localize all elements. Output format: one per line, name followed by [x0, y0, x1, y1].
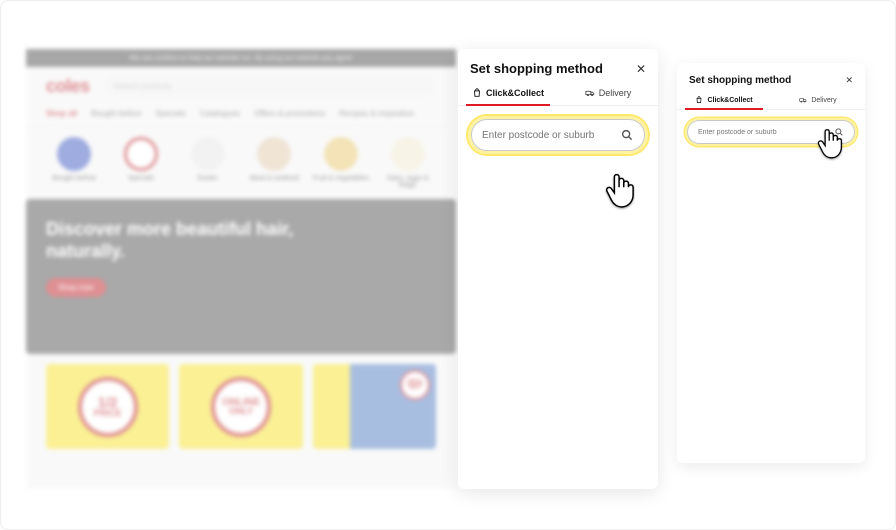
nav-offers: Offers & promotions — [254, 109, 325, 118]
postcode-search-box[interactable] — [471, 119, 645, 151]
panel-header: Set shopping method ✕ — [458, 49, 658, 82]
promo-text: 1/2 — [98, 396, 117, 409]
category-label: Dairy, eggs & fridge — [378, 175, 438, 189]
hero-line2: naturally. — [46, 241, 125, 261]
promo-online-only: ONLINEONLY — [179, 364, 302, 449]
panel-title: Set shopping method — [689, 75, 791, 86]
search-icon[interactable] — [620, 128, 634, 142]
category-icon — [124, 137, 158, 171]
category-label: Meat & seafood — [250, 175, 299, 182]
category-item: Easter — [178, 137, 238, 189]
truck-icon — [585, 88, 595, 98]
hero-banner: Discover more beautiful hair, naturally.… — [26, 199, 456, 354]
category-item: Bought before — [44, 137, 104, 189]
background-site: We use cookies to help our website run. … — [26, 49, 456, 489]
nav-recipes: Recipes & inspiration — [339, 109, 414, 118]
search-placeholder: Search products — [114, 82, 172, 91]
category-label: Easter — [198, 175, 218, 182]
category-icon — [391, 137, 425, 171]
search-highlight — [468, 116, 648, 154]
search-highlight — [685, 118, 857, 146]
method-tabs: Click&Collect Delivery — [677, 92, 865, 110]
promo-roundel: ONLINEONLY — [211, 377, 271, 437]
method-tabs: Click&Collect Delivery — [458, 82, 658, 106]
tab-delivery[interactable]: Delivery — [558, 82, 658, 105]
nav-bought-before: Bought before — [91, 109, 141, 118]
bag-icon — [695, 96, 703, 104]
category-icon — [257, 137, 291, 171]
cookie-banner: We use cookies to help our website run. … — [26, 49, 456, 67]
close-icon[interactable]: ✕ — [636, 63, 646, 75]
search-wrap — [458, 106, 658, 164]
tab-click-collect[interactable]: Click&Collect — [677, 92, 771, 109]
category-label: Bought before — [52, 175, 96, 182]
postcode-input[interactable] — [482, 130, 620, 141]
site-search: Search products — [104, 75, 436, 97]
site-header: coles Search products — [26, 67, 456, 105]
bag-icon — [472, 88, 482, 98]
shopping-method-panel-large: Set shopping method ✕ Click&Collect Deli… — [458, 49, 658, 489]
postcode-search-box[interactable] — [687, 120, 855, 144]
category-label: Specials — [128, 175, 154, 182]
shopping-method-panel-small: Set shopping method ✕ Click&Collect Deli… — [677, 63, 865, 463]
tab-label: Click&Collect — [707, 97, 752, 104]
promo-text: ONLY — [229, 407, 253, 415]
promo-generic: 25%OFF — [313, 364, 436, 449]
logo: coles — [46, 76, 90, 97]
category-item: Fruit & vegetables — [311, 137, 371, 189]
tab-click-collect[interactable]: Click&Collect — [458, 82, 558, 105]
panel-header: Set shopping method ✕ — [677, 63, 865, 92]
nav-catalogues: Catalogues — [200, 109, 240, 118]
nav-specials: Specials — [155, 109, 185, 118]
promo-text: PRICE — [94, 409, 122, 417]
promo-roundel: 1/2PRICE — [78, 377, 138, 437]
postcode-input[interactable] — [698, 129, 834, 136]
category-item: Meat & seafood — [244, 137, 304, 189]
tab-label: Delivery — [811, 97, 836, 104]
close-icon[interactable]: ✕ — [845, 76, 853, 85]
tab-label: Click&Collect — [486, 88, 544, 98]
hero-line1: Discover more beautiful hair, — [46, 219, 293, 239]
search-wrap — [677, 110, 865, 154]
category-icon — [191, 137, 225, 171]
pointer-cursor-icon — [605, 173, 635, 209]
promo-badge: 25%OFF — [400, 370, 430, 400]
hero-title: Discover more beautiful hair, naturally. — [46, 219, 436, 262]
nav-shop-all: Shop all — [46, 109, 77, 118]
site-nav: Shop all Bought before Specials Catalogu… — [26, 105, 456, 127]
hero-button: Shop now — [46, 278, 106, 297]
category-icon — [57, 137, 91, 171]
promo-half-price: 1/2PRICE — [46, 364, 169, 449]
truck-icon — [799, 96, 807, 104]
cookie-text: We use cookies to help our website run. … — [129, 55, 353, 62]
promo-row: 1/2PRICE ONLINEONLY 25%OFF — [26, 354, 456, 449]
category-row: Bought before Specials Easter Meat & sea… — [26, 127, 456, 193]
category-icon — [324, 137, 358, 171]
panel-title: Set shopping method — [470, 61, 603, 76]
badge-text: OFF — [409, 386, 421, 391]
tab-delivery[interactable]: Delivery — [771, 92, 865, 109]
search-icon[interactable] — [834, 127, 844, 137]
category-item: Specials — [111, 137, 171, 189]
category-label: Fruit & vegetables — [313, 175, 369, 182]
tab-label: Delivery — [599, 88, 632, 98]
category-item: Dairy, eggs & fridge — [378, 137, 438, 189]
